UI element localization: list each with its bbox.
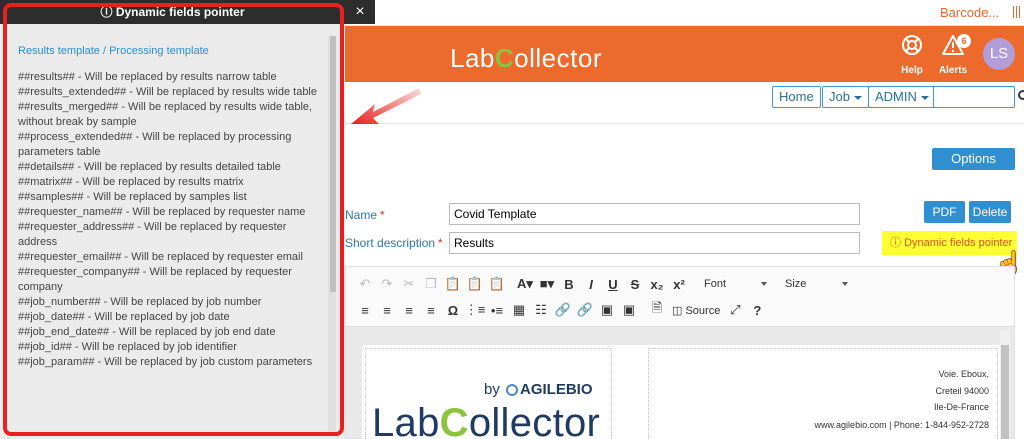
pdf-button[interactable]: PDF: [924, 201, 965, 223]
italic-icon[interactable]: I: [580, 277, 602, 292]
toolbar-row-2: ≡ ≡ ≡ ≡ Ω ⋮≡ •≡ ▦ ☷ 🔗 🔗 ▣ ▣ 🗎 ◫ Source ⤢…: [354, 298, 768, 322]
delete-button[interactable]: Delete: [969, 201, 1011, 223]
barcode-icon[interactable]: [1013, 6, 1021, 18]
undo-icon[interactable]: ↶: [354, 276, 376, 292]
address-line: Ile-De-France: [933, 402, 989, 412]
admin-menu-button[interactable]: ADMIN: [868, 86, 936, 108]
unlink-icon[interactable]: 🔗: [574, 302, 596, 318]
alerts-count-badge: 6: [957, 34, 971, 48]
close-icon[interactable]: ×: [345, 0, 375, 24]
underline-icon[interactable]: U: [602, 277, 624, 292]
subscript-icon[interactable]: x₂: [646, 277, 668, 292]
paste-icon[interactable]: 📋: [442, 276, 464, 292]
agilebio-molecule-icon: [506, 384, 519, 397]
document-page[interactable]: by AGILEBIO LabCollector Voie. Eboux, Cr…: [362, 345, 1002, 439]
options-button[interactable]: Options: [932, 148, 1015, 170]
size-select[interactable]: Size: [777, 275, 852, 293]
maximize-icon[interactable]: ⤢: [724, 302, 746, 318]
search-icon[interactable]: [1018, 90, 1024, 100]
agilebio-logo: by AGILEBIO: [484, 381, 593, 398]
source-icon: ◫: [672, 304, 686, 317]
background-color-icon[interactable]: ■▾: [536, 276, 558, 292]
bold-icon[interactable]: B: [558, 277, 580, 292]
editor-content[interactable]: by AGILEBIO LabCollector Voie. Eboux, Cr…: [345, 326, 1015, 439]
image-icon[interactable]: ▣: [596, 302, 618, 318]
source-button[interactable]: ◫ Source: [668, 304, 724, 317]
barcode-link[interactable]: Barcode...: [940, 5, 999, 20]
align-left-icon[interactable]: ≡: [354, 303, 376, 318]
superscript-icon[interactable]: x²: [668, 277, 690, 292]
chevron-down-icon: [853, 95, 862, 100]
pointer-arrow-icon: [351, 88, 421, 124]
name-field[interactable]: Covid Template: [449, 203, 860, 225]
chevron-down-icon: [842, 282, 848, 286]
search-input[interactable]: [933, 86, 1015, 108]
help-label: Help: [901, 65, 923, 76]
cut-icon[interactable]: ✂: [398, 276, 420, 292]
paste-word-icon[interactable]: 📋: [486, 276, 508, 292]
chevron-down-icon: [920, 95, 929, 100]
address-line: Voie. Eboux,: [938, 369, 989, 379]
font-select[interactable]: Font: [696, 275, 771, 293]
user-avatar[interactable]: LS: [983, 38, 1015, 70]
header-right-cell[interactable]: Voie. Eboux, Creteil 94000 Ile-De-France…: [648, 348, 998, 439]
address-line: Creteil 94000: [935, 386, 989, 396]
special-char-icon[interactable]: Ω: [442, 303, 464, 318]
job-label: Job: [829, 89, 850, 104]
align-center-icon[interactable]: ≡: [376, 303, 398, 318]
admin-label: ADMIN: [875, 89, 917, 104]
highlight-frame: [3, 3, 344, 436]
table-icon[interactable]: ▦: [508, 302, 530, 318]
help-button[interactable]: Help: [897, 34, 927, 76]
copy-icon[interactable]: ❐: [420, 276, 442, 292]
question-circle-icon: ⓘ: [890, 237, 905, 249]
image-upload-icon[interactable]: ▣: [618, 302, 640, 318]
labcollector-logo[interactable]: LabCollector: [450, 43, 602, 74]
short-description-label: Short description *: [345, 236, 443, 250]
editor-scrollbar-thumb[interactable]: [1001, 345, 1009, 439]
align-right-icon[interactable]: ≡: [398, 303, 420, 318]
div-icon[interactable]: ☷: [530, 302, 552, 318]
name-label: Name *: [345, 208, 385, 222]
alerts-label: Alerts: [938, 65, 968, 76]
help-question-icon[interactable]: ?: [746, 303, 768, 318]
numbered-list-icon[interactable]: ⋮≡: [464, 302, 486, 318]
preview-icon[interactable]: 🗎: [646, 299, 668, 321]
toolbar-row-1: ↶ ↷ ✂ ❐ 📋 📋 📋 A▾ ■▾ B I U S x₂ x² Font S…: [354, 272, 852, 296]
paste-text-icon[interactable]: 📋: [464, 276, 486, 292]
redo-icon[interactable]: ↷: [376, 276, 398, 292]
link-icon[interactable]: 🔗: [552, 302, 574, 318]
editor-toolbar: ↶ ↷ ✂ ❐ 📋 📋 📋 A▾ ■▾ B I U S x₂ x² Font S…: [345, 266, 1015, 326]
text-color-icon[interactable]: A▾: [514, 276, 536, 292]
job-menu-button[interactable]: Job: [822, 86, 869, 108]
labcollector-preview-logo: LabCollector: [372, 401, 601, 439]
header-left-cell[interactable]: by AGILEBIO LabCollector: [365, 348, 612, 439]
align-justify-icon[interactable]: ≡: [420, 303, 442, 318]
home-button[interactable]: Home: [772, 86, 821, 108]
short-description-field[interactable]: Results: [449, 232, 860, 254]
contact-line: www.agilebio.com | Phone: 1-844-952-2728: [814, 420, 989, 430]
chevron-down-icon: [761, 282, 767, 286]
bulleted-list-icon[interactable]: •≡: [486, 303, 508, 318]
strikethrough-icon[interactable]: S: [624, 277, 646, 292]
lifebuoy-icon: [897, 34, 927, 61]
